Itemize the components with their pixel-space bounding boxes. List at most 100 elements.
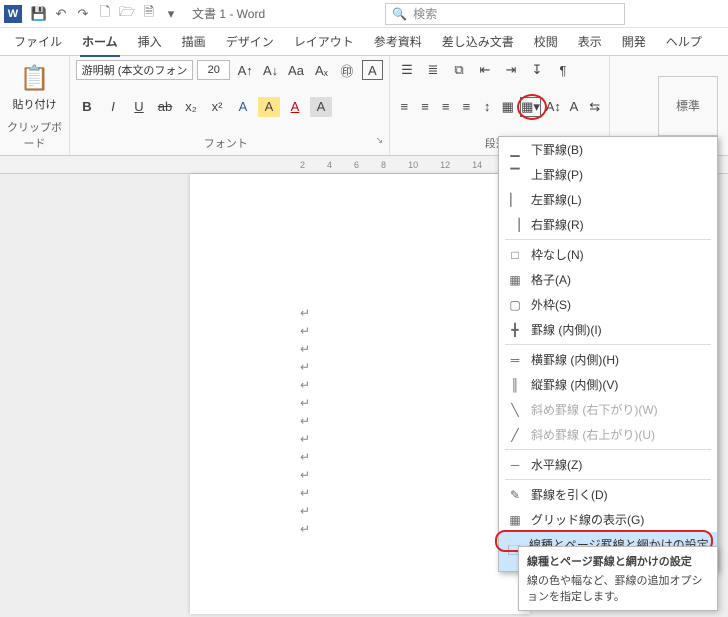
menu-item-label: 格子(A): [531, 271, 571, 288]
search-input[interactable]: 🔍 検索: [385, 3, 625, 25]
sort-button[interactable]: ↧: [526, 60, 548, 80]
borders-menu-item[interactable]: ▁下罫線(B): [499, 137, 717, 162]
border-grid-icon: ▦: [507, 512, 523, 528]
save-icon[interactable]: 💾: [30, 5, 48, 23]
redo-icon[interactable]: ↷: [74, 5, 92, 23]
line-spacing-button[interactable]: ↕: [479, 97, 496, 117]
tab-view[interactable]: 表示: [568, 27, 612, 56]
paste-icon: 📋: [19, 60, 51, 96]
qat-dropdown-icon[interactable]: ▾: [162, 5, 180, 23]
shading-button[interactable]: ▦: [499, 97, 516, 117]
borders-menu-item[interactable]: ═横罫線 (内側)(H): [499, 347, 717, 372]
strike-button[interactable]: ab: [154, 97, 176, 117]
align-left-button[interactable]: ≡: [396, 97, 413, 117]
clear-format-button[interactable]: Aₓ: [311, 60, 332, 80]
tab-file[interactable]: ファイル: [4, 27, 72, 56]
tab-mailings[interactable]: 差し込み文書: [432, 27, 524, 56]
style-normal[interactable]: 標準: [658, 76, 718, 136]
tab-developer[interactable]: 開発: [612, 27, 656, 56]
highlight-button[interactable]: A: [258, 97, 280, 117]
border-all-icon: ▦: [507, 272, 523, 288]
enclose-button[interactable]: ㊞: [336, 60, 357, 80]
tab-layout[interactable]: レイアウト: [284, 27, 364, 56]
menu-item-label: 下罫線(B): [531, 141, 583, 158]
align-right-button[interactable]: ≡: [437, 97, 454, 117]
paste-label: 貼り付け: [13, 96, 57, 112]
app-icon: W: [4, 5, 22, 23]
tab-help[interactable]: ヘルプ: [656, 27, 712, 56]
font-size-select[interactable]: 20: [197, 60, 230, 80]
border-none-icon: □: [507, 247, 523, 263]
borders-menu-item[interactable]: ▢外枠(S): [499, 292, 717, 317]
tab-references[interactable]: 参考資料: [364, 27, 432, 56]
borders-menu-item[interactable]: □ 枠なし(N): [499, 242, 717, 267]
italic-button[interactable]: I: [102, 97, 124, 117]
border-dup-icon: ╱: [507, 427, 523, 443]
newpage-icon[interactable]: 🗎: [140, 5, 158, 23]
borders-menu-item[interactable]: ─水平線(Z): [499, 452, 717, 477]
borders-menu-item[interactable]: ▕右罫線(R): [499, 212, 717, 237]
search-placeholder: 検索: [413, 5, 437, 22]
font-dialog-launcher[interactable]: ↘: [375, 135, 383, 151]
bold-button[interactable]: B: [76, 97, 98, 117]
text-effects-button[interactable]: A: [232, 97, 254, 117]
borders-menu-item[interactable]: ╋罫線 (内側)(I): [499, 317, 717, 342]
menu-item-label: グリッド線の表示(G): [531, 511, 644, 528]
paste-button[interactable]: 📋 貼り付け: [6, 60, 63, 112]
font-name-select[interactable]: 游明朝 (本文のフォン: [76, 60, 193, 80]
undo-icon[interactable]: ↶: [52, 5, 70, 23]
bullets-button[interactable]: ☰: [396, 60, 418, 80]
border-right-icon: ▕: [507, 217, 523, 233]
increase-font-button[interactable]: A↑: [234, 60, 255, 80]
distributed-button[interactable]: ⇆: [586, 97, 603, 117]
decrease-font-button[interactable]: A↓: [260, 60, 281, 80]
borders-dropdown: ▁下罫線(B)▔上罫線(P)▏左罫線(L)▕右罫線(R) □ 枠なし(N) ▦ 格子(A…: [498, 136, 718, 572]
borders-menu-item: ╱ 斜め罫線 (右上がり)(U): [499, 422, 717, 447]
phonetic-guide-button[interactable]: Aa: [285, 60, 306, 80]
tooltip: 線種とページ罫線と網かけの設定 線の色や幅など、罫線の追加オプションを指定します…: [518, 546, 718, 611]
text-direction-button[interactable]: A↕: [545, 97, 562, 117]
tab-review[interactable]: 校閲: [524, 27, 568, 56]
borders-menu-item[interactable]: ✎罫線を引く(D): [499, 482, 717, 507]
page[interactable]: ↵↵↵↵↵↵↵↵↵↵↵↵↵: [190, 174, 530, 614]
open-icon[interactable]: 🗁: [118, 5, 136, 23]
menu-item-label: 斜め罫線 (右上がり)(U): [531, 426, 655, 443]
align-center-button[interactable]: ≡: [417, 97, 434, 117]
title-bar: W 💾 ↶ ↷ 🗋 🗁 🗎 ▾ 文書 1 - Word 🔍 検索: [0, 0, 728, 28]
borders-menu-item[interactable]: ▦ グリッド線の表示(G): [499, 507, 717, 532]
justify-button[interactable]: ≡: [458, 97, 475, 117]
ribbon-tabs: ファイル ホーム 挿入 描画 デザイン レイアウト 参考資料 差し込み文書 校閲…: [0, 28, 728, 56]
tab-home[interactable]: ホーム: [72, 27, 128, 56]
borders-button[interactable]: ▦▾: [520, 97, 541, 117]
tab-draw[interactable]: 描画: [172, 27, 216, 56]
character-border-button[interactable]: A: [362, 60, 383, 80]
borders-menu-item[interactable]: ▔上罫線(P): [499, 162, 717, 187]
border-box-icon: ▢: [507, 297, 523, 313]
tab-design[interactable]: デザイン: [216, 27, 284, 56]
borders-menu-item[interactable]: ▦ 格子(A): [499, 267, 717, 292]
borders-menu-item: ╲斜め罫線 (右下がり)(W): [499, 397, 717, 422]
menu-item-label: 水平線(Z): [531, 456, 582, 473]
font-color-button[interactable]: A: [284, 97, 306, 117]
show-marks-button[interactable]: ¶: [552, 60, 574, 80]
decrease-indent-button[interactable]: ⇤: [474, 60, 496, 80]
subscript-button[interactable]: x₂: [180, 97, 202, 117]
borders-menu-item[interactable]: ▏左罫線(L): [499, 187, 717, 212]
blankdoc-icon[interactable]: 🗋: [96, 5, 114, 23]
tab-insert[interactable]: 挿入: [128, 27, 172, 56]
char-shading-button[interactable]: A: [310, 97, 332, 117]
underline-button[interactable]: U: [128, 97, 150, 117]
border-h-icon: ═: [507, 352, 523, 368]
superscript-button[interactable]: x²: [206, 97, 228, 117]
tooltip-text: 線の色や幅など、罫線の追加オプションを指定します。: [527, 572, 709, 604]
menu-item-label: 枠なし(N): [531, 246, 584, 263]
numbering-button[interactable]: ≣: [422, 60, 444, 80]
borders-menu-item[interactable]: ║縦罫線 (内側)(V): [499, 372, 717, 397]
clipboard-group: 📋 貼り付け クリップボード: [0, 56, 70, 155]
search-icon: 🔍: [392, 7, 407, 21]
multilevel-button[interactable]: ⧉: [448, 60, 470, 80]
border-ddown-icon: ╲: [507, 402, 523, 418]
increase-indent-button[interactable]: ⇥: [500, 60, 522, 80]
menu-item-label: 罫線を引く(D): [531, 486, 608, 503]
asian-layout-button[interactable]: A: [566, 97, 583, 117]
